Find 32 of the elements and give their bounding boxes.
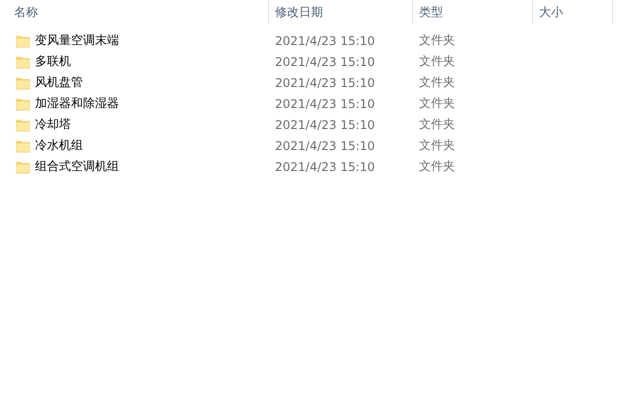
file-name[interactable]: 冷却塔 [35,116,71,133]
file-type: 文件夹 [418,158,456,175]
folder-icon [16,138,30,152]
column-header[interactable]: 修改日期 [269,0,413,24]
file-name[interactable]: 加湿器和除湿器 [35,95,119,112]
modified-date: 2021/4/23 15:10 [274,118,376,132]
file-type: 文件夹 [418,74,456,91]
file-name[interactable]: 风机盘管 [35,74,83,91]
modified-date: 2021/4/23 15:10 [274,138,376,152]
modified-date: 2021/4/23 15:10 [274,160,376,174]
file-type: 文件夹 [418,53,456,70]
column-header[interactable]: 名称 [0,0,269,24]
folder-icon [16,76,30,90]
folder-icon [16,54,30,68]
modified-date: 2021/4/23 15:10 [274,54,376,68]
file-name[interactable]: 多联机 [35,53,71,70]
column-header[interactable]: 大小 [533,0,613,24]
file-type: 文件夹 [418,137,456,154]
file-type: 文件夹 [418,95,456,112]
modified-date: 2021/4/23 15:10 [274,34,376,48]
folder-icon [16,34,30,48]
file-name[interactable]: 组合式空调机组 [35,158,119,175]
file-name[interactable]: 变风量空调末端 [35,32,119,49]
folder-icon [16,118,30,132]
modified-date: 2021/4/23 15:10 [274,96,376,110]
file-name[interactable]: 冷水机组 [35,137,83,154]
column-header[interactable]: 类型 [413,0,533,24]
folder-icon [16,96,30,110]
modified-date: 2021/4/23 15:10 [274,76,376,90]
file-type: 文件夹 [418,32,456,49]
folder-icon [16,160,30,174]
file-type: 文件夹 [418,116,456,133]
